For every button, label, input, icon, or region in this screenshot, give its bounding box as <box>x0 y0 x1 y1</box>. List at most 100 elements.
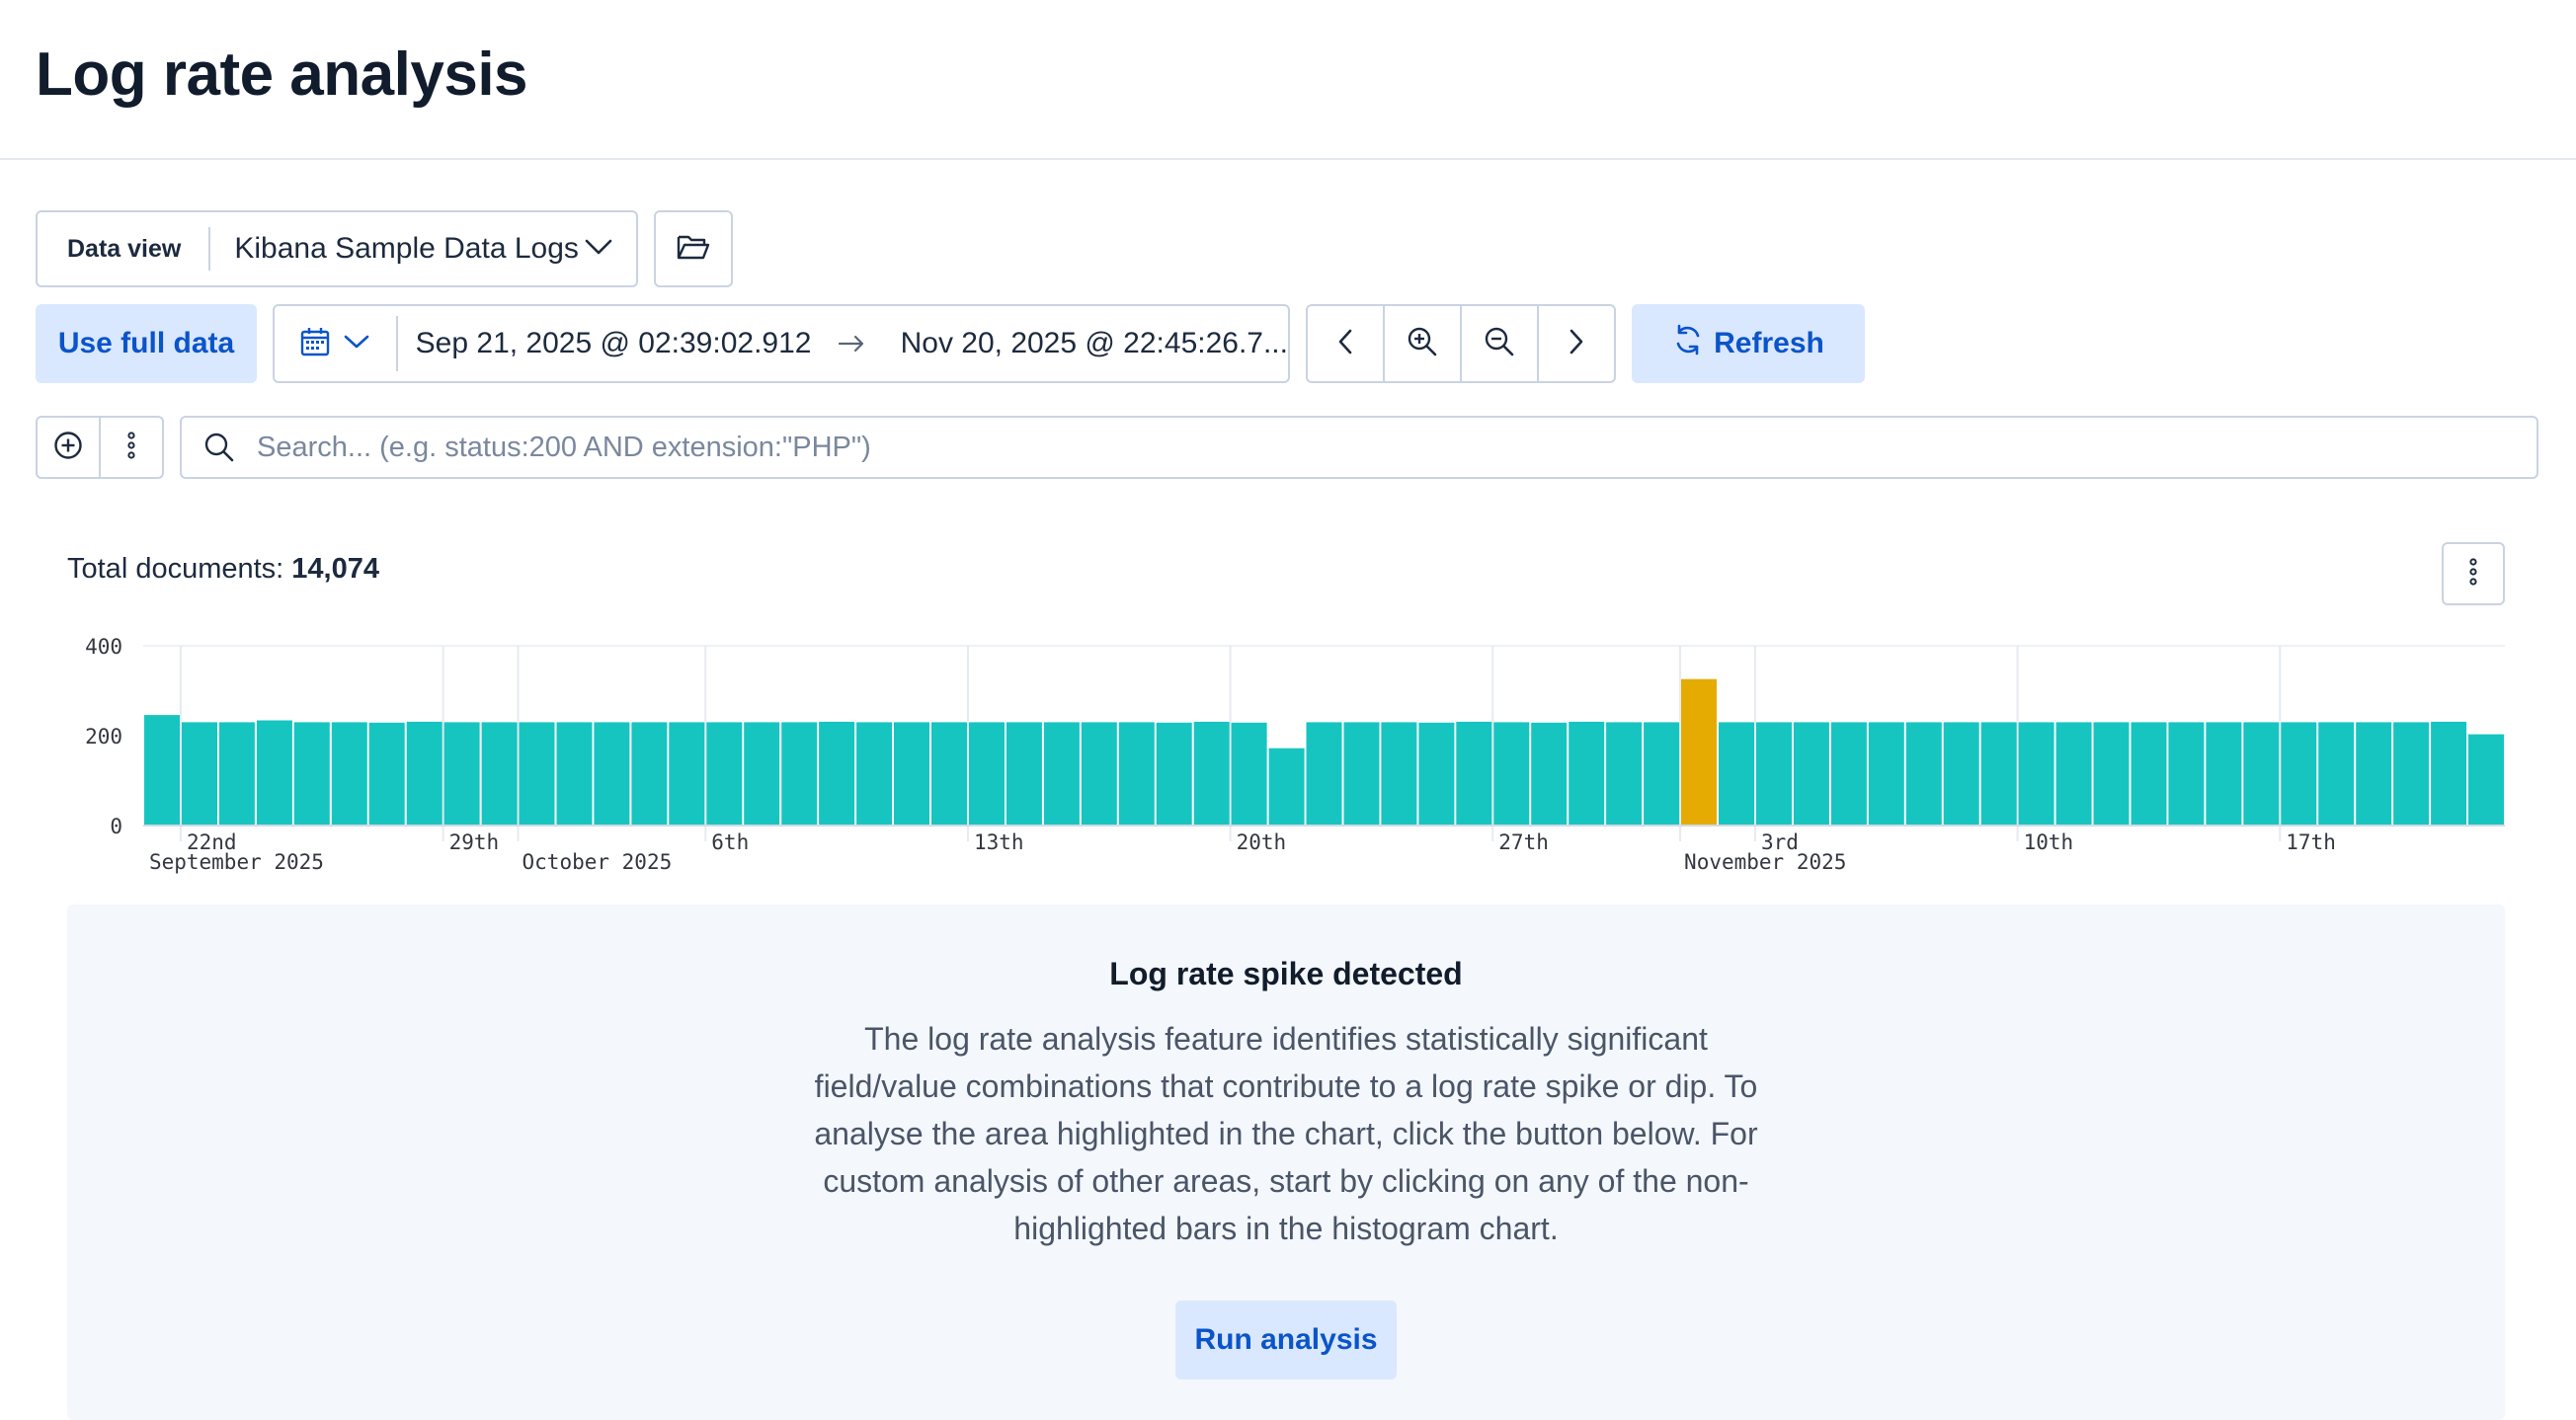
run-analysis-button[interactable]: Run analysis <box>1175 1301 1397 1380</box>
histogram-bar <box>2468 734 2504 826</box>
spike-callout: Log rate spike detected The log rate ana… <box>67 905 2505 1420</box>
refresh-icon <box>1672 324 1704 363</box>
end-date-button[interactable]: Nov 20, 2025 @ 22:45:26.7... <box>881 327 1288 360</box>
chevron-right-icon <box>1568 328 1585 360</box>
histogram-bar <box>1493 722 1530 826</box>
histogram-bar <box>1606 722 1643 826</box>
histogram-bar <box>2356 722 2392 826</box>
histogram-bar <box>1868 722 1904 826</box>
histogram-bar <box>1943 722 1979 826</box>
histogram-bar <box>256 720 292 826</box>
more-vertical-icon <box>126 431 136 464</box>
x-tick-month-label: October 2025 <box>523 850 673 874</box>
x-tick-label: 13th <box>974 830 1024 854</box>
histogram-bar <box>1719 722 1754 826</box>
date-picker: Sep 21, 2025 @ 02:39:02.912 Nov 20, 2025… <box>273 304 1290 383</box>
histogram-bar <box>2206 722 2242 826</box>
histogram-bar <box>293 722 330 826</box>
histogram-bar <box>1569 721 1605 826</box>
histogram-bar <box>331 722 367 826</box>
histogram-bar <box>519 722 555 826</box>
calendar-icon <box>300 327 330 361</box>
x-tick-label: 17th <box>2286 830 2336 854</box>
histogram-bar <box>2281 722 2317 826</box>
quick-select-button[interactable] <box>275 316 398 371</box>
query-menu-group <box>36 416 164 479</box>
zoom-in-button[interactable] <box>1385 306 1462 381</box>
histogram-bar <box>2431 721 2467 826</box>
histogram-bar <box>1980 722 2017 826</box>
page-header: Log rate analysis <box>0 0 2576 160</box>
histogram-bar <box>1830 722 1867 826</box>
open-data-view-button[interactable] <box>654 210 733 287</box>
refresh-button[interactable]: Refresh <box>1632 304 1865 383</box>
histogram-bar <box>556 722 593 826</box>
search-input[interactable] <box>255 430 2536 465</box>
histogram-chart: 020040022ndSeptember 202529thOctober 202… <box>85 635 2505 874</box>
query-options-button[interactable] <box>101 418 162 477</box>
total-documents-label: Total documents: <box>67 553 284 585</box>
chevron-down-icon <box>344 334 369 355</box>
x-tick-label: 6th <box>711 830 749 854</box>
histogram-bar <box>1381 722 1417 826</box>
histogram-bar <box>2018 722 2054 826</box>
histogram-bar <box>1231 722 1267 826</box>
histogram-bar <box>1456 721 1492 826</box>
chevron-left-icon <box>1336 328 1354 360</box>
histogram-bar <box>1306 722 1342 826</box>
histogram-bar <box>1268 748 1305 826</box>
x-tick-label: 29th <box>449 830 500 854</box>
histogram-bar <box>1793 722 1829 826</box>
x-tick-label: 20th <box>1237 830 1287 854</box>
data-view-label: Data view <box>38 227 211 271</box>
histogram-bar <box>1006 722 1042 826</box>
y-tick-label: 200 <box>85 725 122 749</box>
x-tick-month-label: September 2025 <box>149 850 324 874</box>
histogram-bar <box>969 722 1005 826</box>
histogram-bar <box>781 722 818 826</box>
y-tick-label: 0 <box>110 815 122 838</box>
time-navigation-group <box>1306 304 1616 383</box>
histogram-bar <box>931 722 967 826</box>
histogram-bar <box>481 722 518 826</box>
histogram-bar <box>2318 722 2355 826</box>
refresh-label: Refresh <box>1714 327 1824 359</box>
histogram-bar <box>182 722 217 826</box>
histogram-bar <box>218 722 255 826</box>
histogram-bar <box>2055 722 2092 826</box>
histogram-bar <box>144 715 180 826</box>
x-tick-label: 3rd <box>1761 830 1799 854</box>
histogram-bar <box>819 721 855 826</box>
x-tick-label: 27th <box>1498 830 1549 854</box>
histogram-bar <box>1418 722 1455 826</box>
total-documents-count: 14,074 <box>291 553 379 585</box>
chart-options-button[interactable] <box>2442 542 2505 605</box>
histogram-bar <box>1193 721 1230 826</box>
x-tick-label: 10th <box>2024 830 2074 854</box>
more-vertical-icon <box>2468 557 2478 591</box>
start-date-button[interactable]: Sep 21, 2025 @ 02:39:02.912 <box>398 327 823 360</box>
previous-time-button[interactable] <box>1308 306 1385 381</box>
histogram-bar <box>2168 722 2205 826</box>
callout-title: Log rate spike detected <box>1109 956 1463 991</box>
page-title: Log rate analysis <box>36 40 528 109</box>
histogram-bar <box>1905 722 1942 826</box>
histogram-bar <box>894 722 929 826</box>
histogram-bar <box>1531 722 1568 826</box>
add-filter-button[interactable] <box>38 418 101 477</box>
total-documents: Total documents: 14,074 <box>67 553 379 586</box>
histogram-bar <box>1118 722 1155 826</box>
histogram-bar <box>2393 722 2430 826</box>
data-view-selector[interactable]: Data view Kibana Sample Data Logs <box>36 210 638 287</box>
histogram-bar <box>594 722 630 826</box>
histogram-bar <box>1343 722 1380 826</box>
next-time-button[interactable] <box>1539 306 1614 381</box>
search-bar <box>180 416 2538 479</box>
histogram-bar <box>1756 722 1792 826</box>
histogram-bar <box>856 722 893 826</box>
use-full-data-button[interactable]: Use full data <box>36 304 257 383</box>
zoom-out-button[interactable] <box>1462 306 1539 381</box>
callout-body: The log rate analysis feature identifies… <box>814 1021 1758 1246</box>
chevron-down-icon <box>585 238 612 261</box>
histogram-bar <box>1081 722 1117 826</box>
